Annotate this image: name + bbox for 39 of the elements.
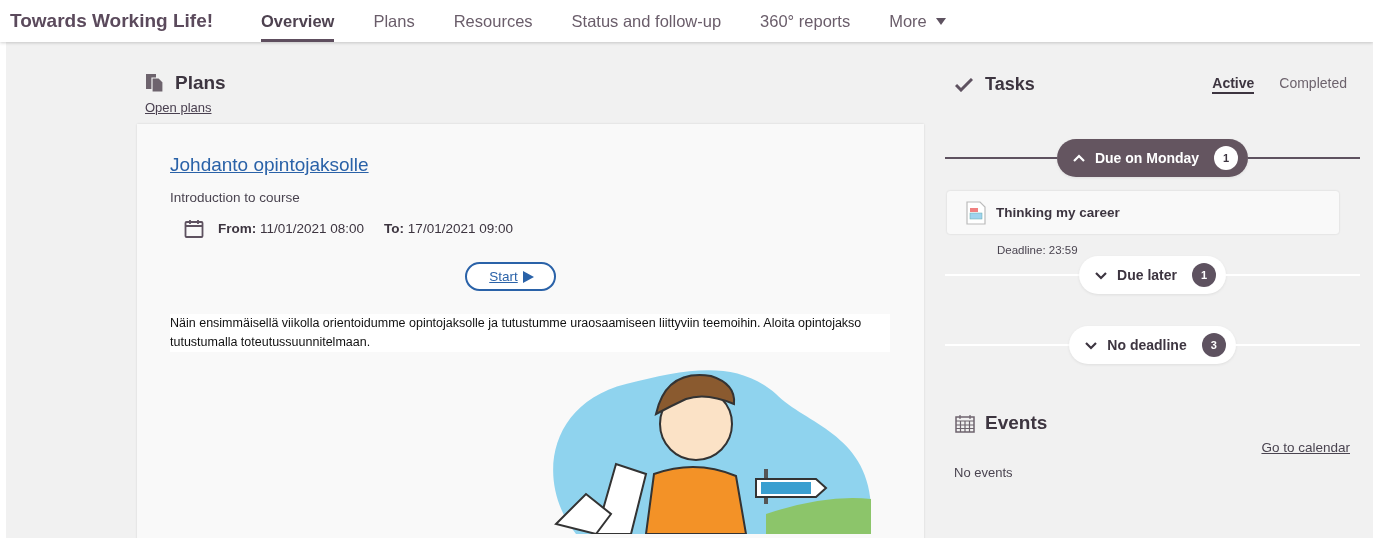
to-date: To: 17/01/2021 09:00 bbox=[384, 221, 513, 236]
count-badge: 1 bbox=[1214, 146, 1239, 170]
from-date: From: 11/01/2021 08:00 bbox=[218, 221, 365, 236]
play-icon bbox=[522, 270, 534, 283]
task-card[interactable]: Thinking my career bbox=[947, 191, 1339, 234]
task-deadline: Deadline: 23:59 bbox=[997, 244, 1079, 256]
calendar-link[interactable]: Go to calendar bbox=[1261, 440, 1350, 455]
start-button[interactable]: Start bbox=[465, 262, 556, 291]
filter-tab[interactable]: Completed bbox=[1279, 75, 1347, 94]
calendar-icon bbox=[184, 219, 204, 238]
chevron-icon bbox=[1072, 153, 1085, 163]
task-group-toggle[interactable]: Due later 1 bbox=[1079, 256, 1226, 294]
count-badge: 1 bbox=[1191, 263, 1216, 287]
calendar-icon bbox=[955, 413, 975, 433]
chevron-icon bbox=[1095, 270, 1108, 280]
nav-tab[interactable]: Resources bbox=[453, 0, 533, 42]
more-menu[interactable]: More bbox=[889, 0, 946, 42]
section-title: Tasks bbox=[985, 74, 1036, 95]
task-title: Thinking my career bbox=[996, 205, 1120, 220]
filter-tab[interactable]: Active bbox=[1212, 75, 1255, 94]
plan-title-link[interactable]: Johdanto opintojaksolle bbox=[170, 154, 369, 176]
checkmark-icon bbox=[955, 77, 973, 92]
plan-description: Näin ensimmäisellä viikolla orientoidumme opintojaksolle ja tutustumme uraosaamiseen liittyviin teemoihin. Aloita opintojakso tutustumalla toteutussuunnitelmaan. bbox=[170, 314, 890, 352]
documents-icon bbox=[145, 73, 165, 93]
plan-subtitle: Introduction to course bbox=[170, 190, 301, 205]
nav-tab[interactable]: 360° reports bbox=[760, 0, 851, 42]
count-badge: 3 bbox=[1201, 333, 1226, 357]
open-plans-link[interactable]: Open plans bbox=[145, 100, 212, 115]
section-title: Plans bbox=[175, 72, 226, 94]
chevron-icon bbox=[1085, 340, 1098, 350]
document-icon bbox=[966, 200, 986, 225]
empty-message: No events bbox=[954, 465, 1014, 480]
nav-tab[interactable]: Status and follow-up bbox=[571, 0, 722, 42]
task-group-toggle[interactable]: Due on Monday 1 bbox=[1056, 139, 1249, 177]
nav-tab[interactable]: Plans bbox=[373, 0, 415, 42]
caret-icon bbox=[935, 17, 946, 25]
app-title: Towards Working Life! bbox=[9, 9, 215, 33]
section-title: Events bbox=[985, 412, 1048, 434]
task-group-toggle[interactable]: No deadline 3 bbox=[1069, 326, 1236, 364]
